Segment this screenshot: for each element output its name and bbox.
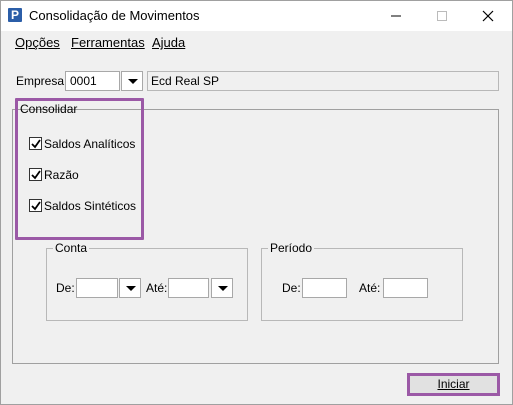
iniciar-button[interactable]: Iniciar bbox=[407, 373, 500, 396]
periodo-caption: Período bbox=[268, 241, 315, 255]
title-bar: P Consolidação de Movimentos bbox=[1, 1, 512, 31]
conta-de-dropdown-button[interactable] bbox=[119, 278, 141, 298]
menu-bar: Opções Ferramentas Ajuda bbox=[1, 31, 512, 53]
consolidar-highlight bbox=[15, 98, 144, 240]
menu-ajuda[interactable]: Ajuda bbox=[152, 35, 185, 50]
minimize-icon bbox=[391, 15, 401, 17]
close-button[interactable] bbox=[465, 1, 511, 31]
menu-opcoes[interactable]: Opções bbox=[15, 35, 60, 50]
window-title: Consolidação de Movimentos bbox=[29, 8, 200, 23]
close-icon bbox=[482, 10, 494, 22]
chevron-down-icon bbox=[126, 286, 136, 291]
menu-ferramentas[interactable]: Ferramentas bbox=[71, 35, 145, 50]
conta-ate-input[interactable] bbox=[168, 278, 209, 298]
empresa-dropdown-button[interactable] bbox=[121, 71, 143, 91]
app-window: P Consolidação de Movimentos Opções Ferr… bbox=[0, 0, 513, 405]
chevron-down-icon bbox=[128, 79, 138, 84]
conta-caption: Conta bbox=[53, 241, 90, 255]
empresa-label: Empresa: bbox=[16, 74, 68, 88]
chevron-down-icon bbox=[218, 286, 228, 291]
minimize-button[interactable] bbox=[373, 1, 419, 31]
periodo-de-input[interactable] bbox=[302, 278, 347, 298]
empresa-name-field: Ecd Real SP bbox=[147, 71, 499, 91]
conta-ate-dropdown-button[interactable] bbox=[211, 278, 233, 298]
periodo-ate-input[interactable] bbox=[383, 278, 428, 298]
empresa-code-input[interactable]: 0001 bbox=[65, 71, 120, 91]
maximize-button[interactable] bbox=[419, 1, 465, 31]
iniciar-label: Iniciar bbox=[437, 377, 470, 391]
conta-de-input[interactable] bbox=[76, 278, 118, 298]
maximize-icon bbox=[437, 11, 447, 21]
app-logo-icon: P bbox=[8, 8, 22, 22]
conta-de-label: De: bbox=[56, 281, 75, 295]
periodo-ate-label: Até: bbox=[359, 281, 381, 295]
periodo-de-label: De: bbox=[282, 281, 301, 295]
conta-ate-label: Até: bbox=[146, 281, 168, 295]
